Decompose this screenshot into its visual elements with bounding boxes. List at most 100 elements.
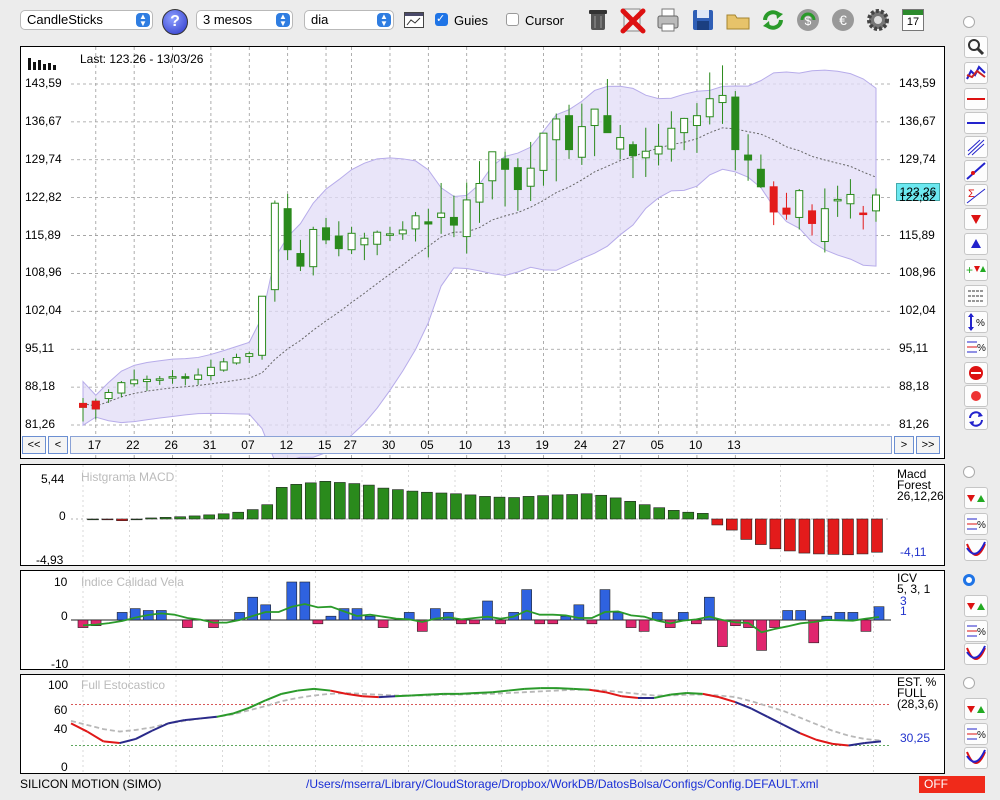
fibonacci-button[interactable]: Σ xyxy=(964,184,988,206)
record-button[interactable] xyxy=(964,385,988,407)
price-tick-label: 81,26 xyxy=(25,417,56,431)
icv-percent-button[interactable]: % xyxy=(964,620,988,642)
candle-body xyxy=(130,379,139,385)
macd-bar xyxy=(290,484,303,520)
scroll-last-button[interactable]: >> xyxy=(916,436,940,454)
percent-lines-button[interactable]: % xyxy=(964,336,988,358)
candle-body xyxy=(347,232,356,251)
stochastic-panel[interactable]: Full Estocastico 100 60 40 0 EST. % FULL… xyxy=(20,674,945,774)
connection-status-badge[interactable]: OFF xyxy=(919,776,985,793)
cursor-checkbox[interactable] xyxy=(506,13,519,26)
floppy-disk-icon xyxy=(693,10,713,30)
save-button[interactable] xyxy=(689,6,717,34)
scroll-next-button[interactable]: > xyxy=(894,436,914,454)
date-tick-label: 05 xyxy=(420,438,434,452)
scroll-first-button[interactable]: << xyxy=(22,436,46,454)
stoch-full-segment xyxy=(848,742,865,747)
icv-bar xyxy=(77,619,89,628)
stoch-percent-button[interactable]: % xyxy=(964,723,988,745)
candle-body xyxy=(424,221,433,225)
macd-percent-button[interactable]: % xyxy=(964,513,988,535)
price-tick-label: 108,96 xyxy=(25,265,62,280)
refresh-button[interactable] xyxy=(759,6,787,34)
percent-range-icon: % xyxy=(968,313,985,331)
calendar-button[interactable]: 17 xyxy=(899,6,927,34)
date-tick-label: 19 xyxy=(535,438,549,452)
stoch-params: (28,3,6) xyxy=(897,697,939,711)
macd-bar xyxy=(696,513,709,520)
down-arrow-button[interactable] xyxy=(964,208,988,230)
icv-bar xyxy=(495,619,506,625)
date-tick-label: 31 xyxy=(202,438,217,452)
macd-bar xyxy=(392,489,404,520)
macd-panel[interactable]: Histgrama MACD 5,44 0 -4,93 Macd Forest … xyxy=(20,464,945,567)
icv-bar xyxy=(638,619,650,632)
candle-body xyxy=(705,98,714,118)
grid-lines-button[interactable] xyxy=(964,285,988,307)
icv-bar xyxy=(155,610,167,621)
icv-panel[interactable]: Indice Calidad Vela 10 0 -10 ICV 5, 3, 1… xyxy=(20,570,945,671)
add-signal-button[interactable]: + xyxy=(964,259,988,281)
select-arrows-icon: ▲ ▼ xyxy=(377,13,391,28)
icv-curves-button[interactable] xyxy=(964,643,988,665)
price-chart-panel[interactable]: Last: 123.26 - 13/03/26 123,26 xyxy=(20,46,945,459)
chart-window-icon[interactable] xyxy=(404,12,424,28)
trendline-button[interactable] xyxy=(964,160,988,182)
icv-bar xyxy=(182,619,193,628)
panel-radio-main[interactable] xyxy=(963,16,975,28)
date-tick-label: 15 xyxy=(318,438,332,452)
percent-range-button[interactable]: % xyxy=(964,311,988,333)
config-path-link[interactable]: /Users/mserra/Library/CloudStorage/Dropb… xyxy=(306,777,818,791)
macd-curves-button[interactable] xyxy=(964,539,988,561)
candle-body xyxy=(104,392,113,400)
open-button[interactable] xyxy=(724,6,752,34)
stoch-curves-button[interactable] xyxy=(964,747,988,769)
interval-select[interactable]: dia ▲ ▼ xyxy=(304,10,394,30)
chart-type-select[interactable]: CandleSticks ▲ ▼ xyxy=(20,10,153,30)
panel-radio-stoch[interactable] xyxy=(963,677,975,689)
stoch-signals-button[interactable] xyxy=(964,698,988,720)
price-tick-label: 143,59 xyxy=(899,76,936,90)
macd-bar xyxy=(522,496,535,520)
macd-bar xyxy=(334,482,346,520)
panel-radio-icv[interactable] xyxy=(963,574,975,586)
price-lines-button[interactable] xyxy=(964,62,988,84)
macd-bar xyxy=(624,500,636,520)
date-scrollbar[interactable]: 17 22 26 31 07 12 15 27 30 05 10 13 19 24 27 05 10 13 xyxy=(70,436,892,454)
macd-bar xyxy=(784,518,796,552)
macd-signals-button[interactable] xyxy=(964,487,988,509)
stoch-full-segment xyxy=(313,687,331,692)
panel-radio-macd[interactable] xyxy=(963,466,975,478)
swap-button[interactable] xyxy=(964,408,988,430)
delete-button[interactable] xyxy=(619,6,647,34)
clear-drawings-button[interactable] xyxy=(964,362,988,384)
dollar-button[interactable]: $ xyxy=(794,6,822,34)
red-green-arrows-icon xyxy=(967,603,985,610)
stoch-full-segment xyxy=(734,701,752,710)
magnifier-icon xyxy=(968,39,985,56)
blue-up-arrow-icon xyxy=(971,239,981,248)
icv-signals-button[interactable] xyxy=(964,595,988,617)
period-select[interactable]: 3 mesos ▲ ▼ xyxy=(196,10,293,30)
printer-button[interactable] xyxy=(654,6,682,34)
guides-checkbox[interactable] xyxy=(435,12,448,26)
macd-title: Histgrama MACD xyxy=(81,470,175,484)
macd-bar xyxy=(537,495,549,520)
date-tick-label: 13 xyxy=(497,438,511,452)
scroll-prev-button[interactable]: < xyxy=(48,436,68,454)
trash-button[interactable] xyxy=(584,6,612,34)
macd-bar xyxy=(464,494,477,520)
blue-hline-button[interactable] xyxy=(964,112,988,134)
candle-body xyxy=(475,183,484,203)
macd-bar xyxy=(711,518,724,526)
red-hline-button[interactable] xyxy=(964,88,988,110)
candle-body xyxy=(565,115,574,151)
channel-button[interactable] xyxy=(964,136,988,158)
help-button[interactable]: ? xyxy=(162,9,188,35)
up-arrow-button[interactable] xyxy=(964,233,988,255)
price-tick-label: 115,89 xyxy=(899,227,935,242)
price-chart-svg[interactable] xyxy=(21,47,944,458)
zoom-button[interactable] xyxy=(964,36,988,58)
settings-button[interactable] xyxy=(864,6,892,34)
euro-button[interactable]: € xyxy=(829,6,857,34)
